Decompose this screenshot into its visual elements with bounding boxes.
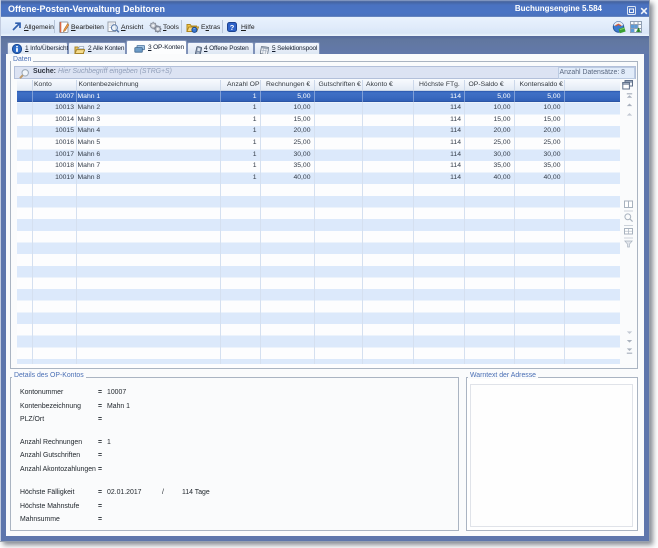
svg-text:?: ?	[230, 22, 235, 31]
